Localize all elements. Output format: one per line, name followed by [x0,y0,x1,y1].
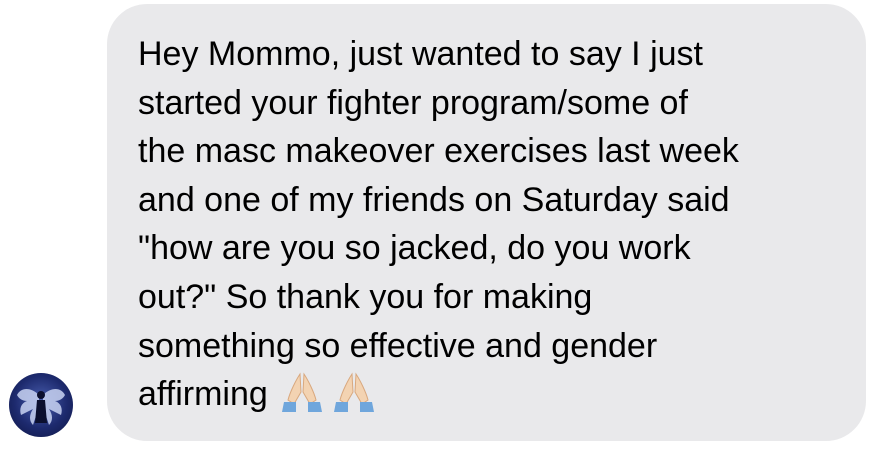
message-line: Hey Mommo, just wanted to say I just [138,35,703,73]
angel-wings-icon [17,389,65,425]
sender-avatar[interactable] [9,373,73,437]
message-line: the masc makeover exercises last week [138,132,739,171]
message-line: affirming [138,375,268,414]
emoji-group [278,370,382,414]
message-bubble[interactable]: Hey Mommo, just wanted to say I just sta… [107,4,866,441]
message-line: out?" So thank you for making [138,277,593,316]
message-last-line: affirming [138,370,840,419]
folded-hands-icon [281,372,322,413]
message-line: and one of my friends on Saturday said [138,180,730,219]
message-line: "how are you so jacked, do you work [138,229,691,268]
chat-thread: Hey Mommo, just wanted to say I just sta… [0,0,876,452]
folded-hands-icon [333,372,374,413]
message-line: started your fighter program/some of [138,83,688,122]
message-line: something so effective and gender [138,326,658,365]
